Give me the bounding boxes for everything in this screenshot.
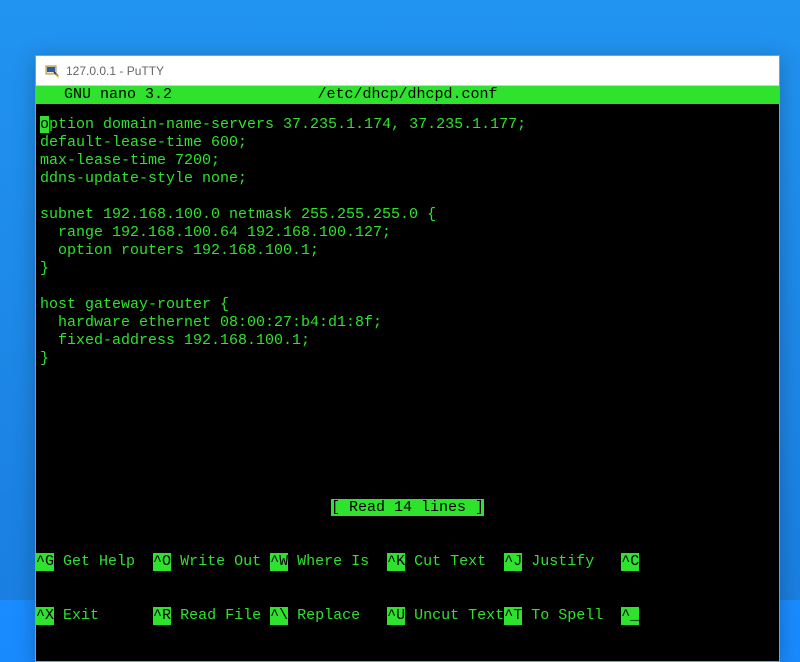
- shortcut-label: Read File: [171, 607, 270, 625]
- shortcut-key[interactable]: ^_: [621, 607, 639, 625]
- shortcut-row-2: ^X Exit ^R Read File ^\ Replace ^U Uncut…: [36, 607, 779, 625]
- window-titlebar[interactable]: 127.0.0.1 - PuTTY: [36, 56, 779, 86]
- putty-window: 127.0.0.1 - PuTTY GNU nano 3.2 /etc/dhcp…: [35, 55, 780, 662]
- file-text: ption domain-name-servers 37.235.1.174, …: [40, 116, 526, 367]
- shortcut-key[interactable]: ^C: [621, 553, 639, 571]
- shortcut-key[interactable]: ^T: [504, 607, 522, 625]
- shortcut-key[interactable]: ^\: [270, 607, 288, 625]
- shortcut-label: Write Out: [171, 553, 270, 571]
- shortcut-row-1: ^G Get Help ^O Write Out ^W Where Is ^K …: [36, 553, 779, 571]
- nano-header: GNU nano 3.2 /etc/dhcp/dhcpd.conf: [36, 86, 779, 104]
- shortcut-key[interactable]: ^R: [153, 607, 171, 625]
- shortcut-key[interactable]: ^O: [153, 553, 171, 571]
- cursor: o: [40, 116, 49, 133]
- shortcut-label: Uncut Text: [405, 607, 504, 625]
- shortcut-label: Exit: [54, 607, 153, 625]
- shortcut-label: Cut Text: [405, 553, 504, 571]
- nano-filename: /etc/dhcp/dhcpd.conf: [36, 86, 779, 104]
- shortcut-key[interactable]: ^W: [270, 553, 288, 571]
- shortcut-label: Where Is: [288, 553, 387, 571]
- shortcut-label: Justify: [522, 553, 621, 571]
- status-row: [ Read 14 lines ]: [36, 499, 779, 517]
- desktop-background: 127.0.0.1 - PuTTY GNU nano 3.2 /etc/dhcp…: [0, 0, 800, 600]
- shortcut-key[interactable]: ^G: [36, 553, 54, 571]
- shortcut-key[interactable]: ^X: [36, 607, 54, 625]
- shortcut-label: Get Help: [54, 553, 153, 571]
- shortcut-label: To Spell: [522, 607, 621, 625]
- status-message: [ Read 14 lines ]: [331, 499, 484, 516]
- shortcut-label: Replace: [288, 607, 387, 625]
- shortcut-bar: ^G Get Help ^O Write Out ^W Where Is ^K …: [36, 517, 779, 661]
- shortcut-key[interactable]: ^U: [387, 607, 405, 625]
- shortcut-key[interactable]: ^K: [387, 553, 405, 571]
- putty-icon: [44, 63, 60, 79]
- terminal-area[interactable]: GNU nano 3.2 /etc/dhcp/dhcpd.conf option…: [36, 86, 779, 661]
- shortcut-key[interactable]: ^J: [504, 553, 522, 571]
- editor-content[interactable]: option domain-name-servers 37.235.1.174,…: [36, 104, 779, 499]
- window-title: 127.0.0.1 - PuTTY: [66, 64, 164, 78]
